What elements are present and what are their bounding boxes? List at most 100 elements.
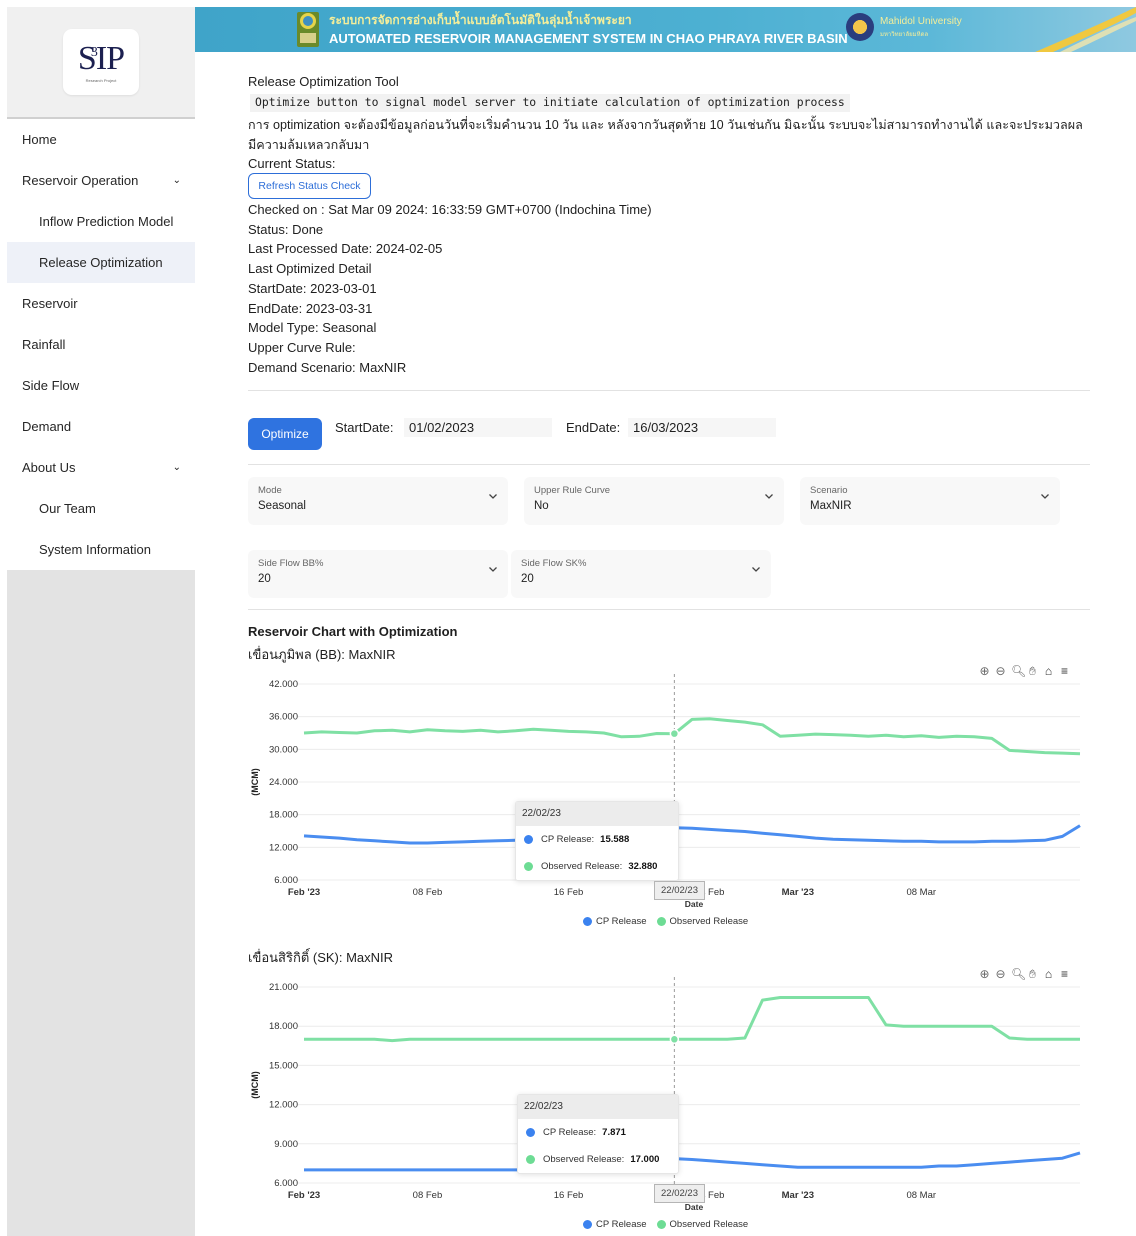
tooltip-date: 22/02/23 xyxy=(518,1095,678,1119)
hover-marker xyxy=(669,1034,680,1045)
x-tick-label: Mar '23 xyxy=(782,887,814,898)
chart-sk-x-crosshair-label: 22/02/23 xyxy=(654,1184,705,1203)
y-tick-label: 21.000 xyxy=(269,982,298,993)
mode-select[interactable]: Mode Seasonal xyxy=(248,477,508,525)
sidebar-item-about-us[interactable]: About Us ⌄ xyxy=(7,447,195,488)
chart-sk-legend: CP Release Observed Release xyxy=(583,1219,748,1230)
mahidol-logo-icon xyxy=(846,13,874,41)
sidebar-item-demand[interactable]: Demand xyxy=(7,406,195,447)
upper-rule-select-value: No xyxy=(534,500,549,512)
cp-dot-icon xyxy=(524,835,533,844)
y-tick-label: 6.000 xyxy=(274,875,298,886)
legend-obs-dot-icon xyxy=(656,917,666,926)
chevron-down-icon: ⌄ xyxy=(172,462,181,473)
model-type-text: Model Type: Seasonal xyxy=(248,320,377,336)
sideflow-bb-select[interactable]: Side Flow BB% 20 xyxy=(248,550,508,598)
upper-rule-select-label: Upper Rule Curve xyxy=(534,485,611,496)
upper-rule-curve-select[interactable]: Upper Rule Curve No xyxy=(524,477,784,525)
refresh-status-button[interactable]: Refresh Status Check xyxy=(248,173,371,199)
tooltip-cp-row: CP Release: 15.588 xyxy=(516,826,678,853)
legend-cp-dot-icon xyxy=(583,917,592,926)
series-line-cp-release[interactable] xyxy=(303,824,1081,845)
scenario-select-label: Scenario xyxy=(810,485,848,496)
tooltip-cp-label: CP Release: xyxy=(543,1127,597,1138)
divider xyxy=(248,609,1090,610)
logo-text: 3 SIP xyxy=(78,41,125,76)
x-axis-label: Date xyxy=(685,899,704,909)
chevron-down-icon xyxy=(1041,494,1049,499)
project-seal-icon xyxy=(297,12,319,47)
tooltip-date: 22/02/23 xyxy=(516,802,678,826)
y-tick-label: 36.000 xyxy=(269,712,298,723)
sidebar-item-inflow-prediction-model[interactable]: Inflow Prediction Model xyxy=(7,201,195,242)
x-tick-label: 08 Mar xyxy=(906,887,936,898)
chart-bb-x-crosshair-label: 22/02/23 xyxy=(654,881,705,900)
sidebar-item-label: Reservoir Operation xyxy=(22,173,139,188)
legend-cp-dot-icon xyxy=(583,1220,592,1229)
optimize-hint-code: Optimize button to signal model server t… xyxy=(250,94,850,112)
tooltip-obs-label: Observed Release: xyxy=(541,861,623,872)
logo-area: 3 SIP Research Project xyxy=(7,7,195,119)
logo-subtitle: Research Project xyxy=(85,77,117,83)
university-name-thai: มหาวิทยาลัยมหิดล xyxy=(880,32,929,38)
start-date-input[interactable]: 01/02/2023 xyxy=(404,418,552,437)
tooltip-cp-value: 7.871 xyxy=(602,1127,626,1138)
upper-curve-text: Upper Curve Rule: xyxy=(248,339,356,355)
chart-section-heading: Reservoir Chart with Optimization xyxy=(248,624,458,639)
tooltip-obs-row: Observed Release: 32.880 xyxy=(516,853,678,880)
sidebar-item-system-information[interactable]: System Information xyxy=(7,529,195,570)
legend-obs-dot-icon xyxy=(656,1220,666,1229)
end-date-input[interactable]: 16/03/2023 xyxy=(628,418,776,437)
y-tick-label: 30.000 xyxy=(269,744,298,755)
sideflow-sk-value: 20 xyxy=(521,573,534,585)
chevron-down-icon xyxy=(765,494,773,499)
sidebar-item-home[interactable]: Home xyxy=(7,119,195,160)
tooltip-obs-label: Observed Release: xyxy=(543,1154,625,1165)
chevron-down-icon xyxy=(752,567,760,572)
optimize-button[interactable]: Optimize xyxy=(248,418,322,450)
sideflow-sk-label: Side Flow SK% xyxy=(521,558,587,569)
x-tick-label: 08 Feb xyxy=(413,1190,443,1201)
tooltip-cp-label: CP Release: xyxy=(541,834,595,845)
sidebar-item-reservoir-operation[interactable]: Reservoir Operation ⌄ xyxy=(7,160,195,201)
chevron-down-icon: ⌄ xyxy=(172,175,181,186)
y-axis-label: (MCM) xyxy=(250,768,260,796)
sidebar-item-label: Our Team xyxy=(39,501,96,516)
series-line-cp-release[interactable] xyxy=(304,1151,1081,1172)
legend-obs-label[interactable]: Observed Release xyxy=(670,1219,749,1230)
page-title: Release Optimization Tool xyxy=(248,74,399,89)
sideflow-bb-label: Side Flow BB% xyxy=(258,558,324,569)
y-tick-label: 18.000 xyxy=(269,1021,298,1032)
sidebar-item-label: Reservoir xyxy=(22,296,78,311)
obs-dot-icon xyxy=(524,862,533,871)
header-swoosh-decoration xyxy=(1035,7,1136,52)
sidebar-item-our-team[interactable]: Our Team xyxy=(7,488,195,529)
legend-cp-label[interactable]: CP Release xyxy=(596,916,647,927)
sidebar-item-side-flow[interactable]: Side Flow xyxy=(7,365,195,406)
tooltip-obs-value: 17.000 xyxy=(630,1154,660,1165)
hover-marker xyxy=(669,728,680,739)
tooltip-obs-value: 32.880 xyxy=(628,861,658,872)
x-tick-label: Feb '23 xyxy=(288,887,320,898)
obs-dot-icon xyxy=(526,1155,535,1164)
sidebar-item-label: About Us xyxy=(22,460,76,475)
scenario-select[interactable]: Scenario MaxNIR xyxy=(800,477,1060,525)
x-tick-label: 16 Feb xyxy=(554,1190,584,1201)
y-axis-label: (MCM) xyxy=(250,1071,260,1099)
sidebar-item-label: Inflow Prediction Model xyxy=(39,214,174,229)
sidebar-item-reservoir[interactable]: Reservoir xyxy=(7,283,195,324)
series-line-observed-release[interactable] xyxy=(303,717,1081,756)
chevron-down-icon xyxy=(489,494,497,499)
legend-cp-label[interactable]: CP Release xyxy=(596,1219,647,1230)
chart-bb-tooltip: 22/02/23 CP Release: 15.588 Observed Rele… xyxy=(515,801,679,881)
sip-logo[interactable]: 3 SIP Research Project xyxy=(63,29,139,95)
status-text: Status: Done xyxy=(248,221,324,237)
sidebar-item-rainfall[interactable]: Rainfall xyxy=(7,324,195,365)
series-line-observed-release[interactable] xyxy=(304,996,1080,1043)
sidebar-nav: Home Reservoir Operation ⌄ Inflow Predictio… xyxy=(7,119,195,570)
legend-obs-label[interactable]: Observed Release xyxy=(670,916,749,927)
tooltip-cp-value: 15.588 xyxy=(600,834,630,845)
sideflow-sk-select[interactable]: Side Flow SK% 20 xyxy=(511,550,771,598)
university-name: Mahidol University xyxy=(880,16,962,27)
sidebar-item-release-optimization[interactable]: Release Optimization xyxy=(7,242,195,283)
